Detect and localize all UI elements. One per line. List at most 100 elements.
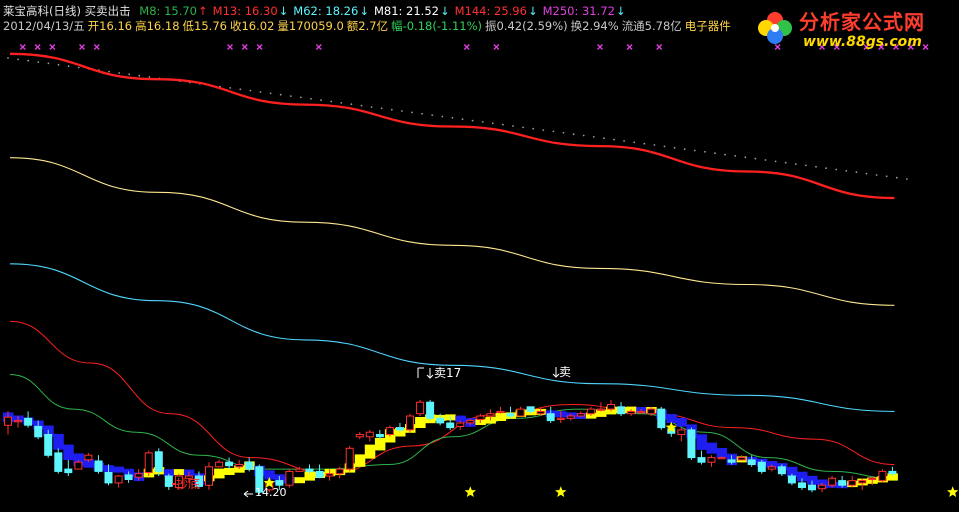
x-marker-icon — [493, 44, 500, 50]
ma-line-0 — [9, 52, 895, 200]
long-ma-dot — [67, 65, 70, 68]
long-ma-dot — [582, 134, 585, 137]
long-ma-dot — [724, 153, 726, 156]
long-ma-dot — [865, 172, 868, 175]
candle-body — [566, 415, 575, 419]
long-ma-dot — [118, 72, 120, 74]
ma-value-4: M144: 25.96 — [454, 4, 527, 18]
candle-body — [385, 427, 394, 436]
candle-body — [848, 480, 857, 486]
candle-body — [275, 480, 284, 486]
x-marker-icon — [49, 44, 56, 50]
candle-body — [546, 413, 555, 422]
candle-body — [466, 420, 475, 424]
candle-body — [24, 417, 33, 426]
long-ma-dot — [390, 108, 393, 111]
ribbon-segment — [676, 417, 687, 427]
ma-value-3: M81: 21.52 — [373, 4, 439, 18]
x-marker-icon — [93, 44, 100, 50]
ma-arrow-icon-1: ↓ — [278, 4, 289, 18]
x-marker-icon — [626, 44, 633, 50]
long-ma-dot — [360, 104, 363, 107]
candle-body — [496, 410, 505, 414]
long-ma-dot — [522, 126, 524, 129]
ribbon-segment — [63, 444, 74, 460]
ma-line-1 — [9, 157, 895, 306]
quote-field-3: 低15.76 — [182, 19, 227, 33]
long-ma-dot — [744, 156, 747, 159]
low-price-label: 14.20 — [255, 486, 287, 499]
long-ma-dot — [552, 130, 555, 133]
long-ma-dot — [704, 150, 706, 153]
candle-body — [597, 408, 605, 411]
long-ma-dot — [714, 152, 716, 155]
candle-body — [436, 417, 445, 424]
candle-body — [787, 475, 796, 484]
quote-field-0: 2012/04/13/五 — [3, 19, 85, 33]
long-ma-dot — [330, 100, 333, 103]
candle-body — [868, 477, 877, 480]
long-ma-dot — [37, 61, 40, 63]
buy-signal-label: 抄底 — [176, 476, 200, 491]
x-marker-icon — [79, 44, 85, 50]
site-logo: 分析家公式网 www.88gs.com — [751, 4, 951, 54]
long-ma-dot — [845, 170, 848, 172]
long-ma-dot — [663, 145, 666, 148]
long-ma-dot — [229, 87, 232, 89]
quote-field-11: 电子器件 — [684, 19, 731, 33]
ma-value-0: M8: 15.70 — [139, 4, 197, 18]
candle-body — [808, 484, 816, 491]
sell-signal-label-1: 卖17 — [434, 366, 461, 380]
long-ma-dot — [108, 70, 110, 73]
long-ma-dot — [734, 155, 737, 157]
candle-body — [737, 457, 746, 461]
ribbon-segment — [666, 414, 677, 423]
long-ma-dot — [784, 161, 787, 164]
candle-body — [677, 429, 686, 435]
candle-body — [637, 410, 646, 414]
long-ma-dot — [855, 171, 858, 174]
long-ma-dot — [350, 103, 353, 106]
ma-value-1: M13: 16.30 — [212, 4, 278, 18]
candle-body — [838, 480, 847, 486]
ribbon-segment — [706, 442, 717, 454]
candle-body — [164, 475, 173, 487]
candle-body — [235, 464, 244, 468]
long-ma-dot — [279, 93, 282, 96]
long-ma-dot — [512, 125, 514, 127]
candle-body — [406, 415, 414, 431]
candle-body — [315, 470, 324, 478]
long-ma-dot — [906, 178, 908, 180]
long-ma-dot — [623, 140, 625, 142]
long-ma-dot — [471, 119, 474, 122]
ma-value-2: M62: 18.26 — [293, 4, 359, 18]
candle-body — [717, 457, 726, 460]
ribbon-segment — [354, 454, 366, 467]
candle-body — [506, 413, 515, 417]
candle-body — [446, 422, 455, 429]
long-ma-dot — [542, 129, 545, 132]
long-ma-dot — [643, 142, 646, 145]
long-ma-dot — [754, 157, 757, 160]
long-ma-dot — [47, 62, 50, 65]
long-ma-dot — [249, 89, 252, 92]
x-marker-icon — [256, 44, 263, 50]
long-ma-dot — [269, 92, 272, 95]
candle-body — [285, 470, 294, 486]
ma-line-3 — [9, 320, 895, 475]
candle-body — [627, 410, 636, 415]
long-ma-dot — [532, 127, 535, 130]
candle-body — [767, 466, 776, 470]
long-ma-dot — [431, 114, 434, 116]
long-ma-dot — [148, 76, 151, 78]
long-ma-dot — [421, 112, 423, 115]
long-ma-dot — [491, 122, 494, 125]
ma-arrow-icon-2: ↓ — [359, 4, 369, 18]
logo-title: 分析家公式网 — [799, 10, 925, 34]
long-ma-dot — [320, 99, 322, 102]
sell-flag-icon — [417, 367, 424, 378]
candle-body — [526, 406, 535, 412]
candle-body — [215, 461, 224, 468]
signal-markers — [19, 44, 959, 498]
long-ma-dot — [875, 174, 878, 176]
